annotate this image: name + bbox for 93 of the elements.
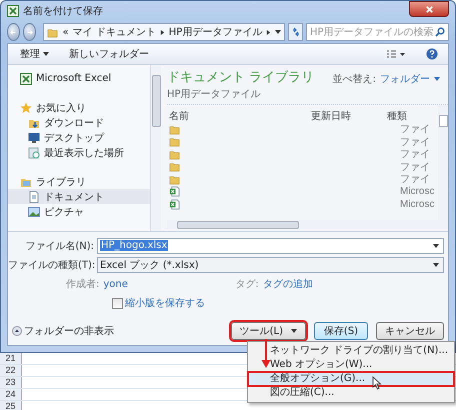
nav-item[interactable]: ダウンロード	[8, 115, 150, 130]
field-label: ファイル名(N):	[24, 240, 95, 252]
mouse-cursor-icon	[372, 376, 382, 390]
column-header[interactable]: 種類	[387, 109, 417, 123]
caret-icon	[433, 262, 439, 266]
checkbox-label[interactable]: 縮小版を保存する	[125, 296, 205, 310]
file-type-cell-text: ファイ	[400, 148, 431, 162]
caret-icon[interactable]	[434, 77, 440, 81]
column-header[interactable]: 更新日時	[311, 109, 387, 123]
file-type-cell-text: Microsc	[400, 186, 436, 198]
nav-item[interactable]: Microsoft Excel	[8, 71, 150, 86]
breadcrumb[interactable]: HP用データファイル	[168, 25, 262, 39]
file-type-cell-text: ファイ	[400, 136, 431, 149]
excel-icon	[20, 72, 32, 84]
tags-label: タグ:	[235, 278, 259, 291]
desktop-icon	[28, 132, 40, 144]
scroll-bar[interactable]	[150, 65, 161, 231]
menu-item[interactable]: 図の圧縮(C)...	[248, 386, 454, 400]
breadcrumb[interactable]: マイ ドキュメント	[72, 25, 156, 39]
tools-button[interactable]: ツール(L)	[230, 322, 306, 340]
save-button[interactable]: 保存(S)	[314, 322, 368, 340]
column-header[interactable]: 名前	[167, 109, 311, 123]
row-header: 24	[0, 389, 22, 400]
nav-item[interactable]: デスクトップ	[8, 130, 150, 145]
sort-label: 並べ替え:	[332, 72, 376, 86]
search-field[interactable]: HP用データファイルの検索	[306, 23, 449, 41]
organize-menu[interactable]: 整理	[20, 47, 49, 61]
view-options-icon[interactable]	[386, 50, 406, 58]
menu-item[interactable]: ネットワーク ドライブの割り当て(N)...	[248, 344, 454, 358]
back-arrow-icon	[9, 28, 18, 36]
collapse-icon[interactable]	[12, 326, 22, 336]
hide-folders-button[interactable]: フォルダーの非表示	[24, 324, 114, 338]
sort-dropdown[interactable]: フォルダー	[380, 72, 430, 86]
close-icon	[424, 4, 434, 14]
excel-file-icon[interactable]	[169, 198, 180, 210]
nav-item[interactable]: ピクチャ	[8, 204, 150, 219]
refresh-icon	[290, 27, 301, 37]
close-button[interactable]	[409, 1, 449, 17]
excel-icon	[7, 5, 19, 17]
forward-arrow-icon	[25, 28, 34, 36]
file-type-dropdown[interactable]: Excel ブック (*.xlsx)	[97, 256, 444, 272]
menu-item[interactable]: Web オプション(W)...	[248, 358, 454, 372]
row-header: 22	[0, 365, 22, 376]
annotation-arrow	[261, 339, 271, 369]
folder-icon[interactable]	[169, 148, 180, 160]
row-header: 21	[0, 353, 22, 364]
picture-icon	[28, 206, 40, 218]
library-title: ドキュメント ライブラリ	[167, 69, 314, 86]
file-name-field[interactable]: HP_hogo.xlsx	[97, 238, 444, 254]
folder-icon[interactable]	[169, 161, 180, 172]
scroll-bar[interactable]	[438, 105, 448, 220]
nav-item[interactable]: 最近表示した場所	[8, 145, 150, 160]
author-label: 作成者:	[66, 278, 100, 291]
document-icon	[28, 190, 40, 202]
nav-item[interactable]: ライブラリ	[8, 174, 150, 189]
caret-icon	[43, 52, 49, 56]
checkbox[interactable]	[112, 298, 123, 308]
dropdown-icon[interactable]	[275, 30, 282, 34]
library-subtitle: HP用データファイル	[167, 88, 262, 101]
refresh-button[interactable]	[288, 23, 303, 41]
folder-icon	[47, 26, 58, 38]
file-type-cell-text: ファイ	[400, 123, 431, 136]
help-icon[interactable]	[426, 48, 438, 60]
cancel-button[interactable]: キャンセル	[376, 322, 444, 340]
nav-item[interactable]: ドキュメント	[8, 189, 150, 204]
overflow-chevron[interactable]: «	[62, 26, 69, 38]
field-label: ファイルの種類(T):	[8, 258, 96, 272]
chevron-icon[interactable]	[160, 28, 165, 36]
row-header: 23	[0, 377, 22, 388]
folder-icon[interactable]	[169, 174, 180, 185]
chevron-icon[interactable]	[266, 28, 272, 36]
author-value[interactable]: yone	[103, 278, 232, 290]
forward-button[interactable]	[23, 23, 36, 41]
file-type-cell-text: Microsc	[400, 198, 436, 210]
search-icon	[434, 27, 445, 37]
file-type-cell-text: ファイ	[400, 160, 431, 174]
excel-file-icon[interactable]	[169, 186, 180, 198]
row-header: 25	[0, 401, 22, 410]
file-type-cell-text: ファイ	[400, 173, 431, 186]
caret-icon	[291, 329, 297, 333]
new-folder-button[interactable]: 新しいフォルダー	[69, 47, 149, 61]
menu-item[interactable]: 全般オプション(G)...	[248, 372, 454, 386]
tags-link[interactable]: タグの追加	[262, 277, 313, 291]
recent-icon	[28, 146, 40, 158]
horizontal-scroll-bar[interactable]	[167, 220, 448, 229]
star-icon	[20, 102, 32, 114]
nav-item[interactable]: お気に入り	[8, 100, 150, 115]
address-bar[interactable]: « マイ ドキュメント HP用データファイル	[43, 23, 286, 41]
caret-icon	[433, 244, 439, 248]
folder-icon[interactable]	[169, 124, 180, 135]
window-title: 名前を付けて保存	[23, 5, 103, 18]
back-button[interactable]	[7, 23, 20, 41]
folder-icon[interactable]	[169, 136, 180, 148]
